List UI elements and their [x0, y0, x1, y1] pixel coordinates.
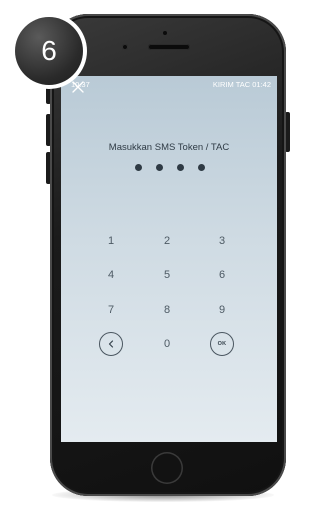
- back-button[interactable]: [99, 332, 123, 356]
- earpiece-speaker: [148, 44, 190, 50]
- chevron-left-icon: [108, 340, 114, 348]
- phone-screen: 10.37 KIRIM TAC 01:42 Masukkan SMS Token…: [61, 76, 277, 442]
- keypad-key-1[interactable]: 1: [96, 231, 126, 251]
- pin-dot: [156, 164, 163, 171]
- keypad-key-7[interactable]: 7: [96, 300, 126, 320]
- home-button[interactable]: [151, 452, 183, 484]
- keypad-key-0[interactable]: 0: [152, 334, 182, 354]
- keypad-key-4[interactable]: 4: [96, 265, 126, 285]
- keypad-key-2[interactable]: 2: [152, 231, 182, 251]
- ok-button[interactable]: OK: [210, 332, 234, 356]
- pin-dot: [177, 164, 184, 171]
- keypad-key-3[interactable]: 3: [207, 231, 237, 251]
- keypad-key-8[interactable]: 8: [152, 300, 182, 320]
- keypad-key-6[interactable]: 6: [207, 265, 237, 285]
- resend-tac-timer[interactable]: KIRIM TAC 01:42: [213, 80, 271, 89]
- pin-indicator: [135, 164, 205, 174]
- close-icon[interactable]: [71, 80, 85, 94]
- ok-label: OK: [217, 341, 227, 347]
- pin-dot: [135, 164, 142, 171]
- front-camera: [122, 44, 128, 50]
- keypad-key-9[interactable]: 9: [207, 300, 237, 320]
- pin-dot: [198, 164, 205, 171]
- keypad-key-5[interactable]: 5: [152, 265, 182, 285]
- step-badge-inner: 6: [15, 17, 83, 85]
- step-number: 6: [41, 35, 57, 66]
- page-title: Masukkan SMS Token / TAC: [108, 142, 230, 153]
- front-camera-top: [163, 31, 167, 35]
